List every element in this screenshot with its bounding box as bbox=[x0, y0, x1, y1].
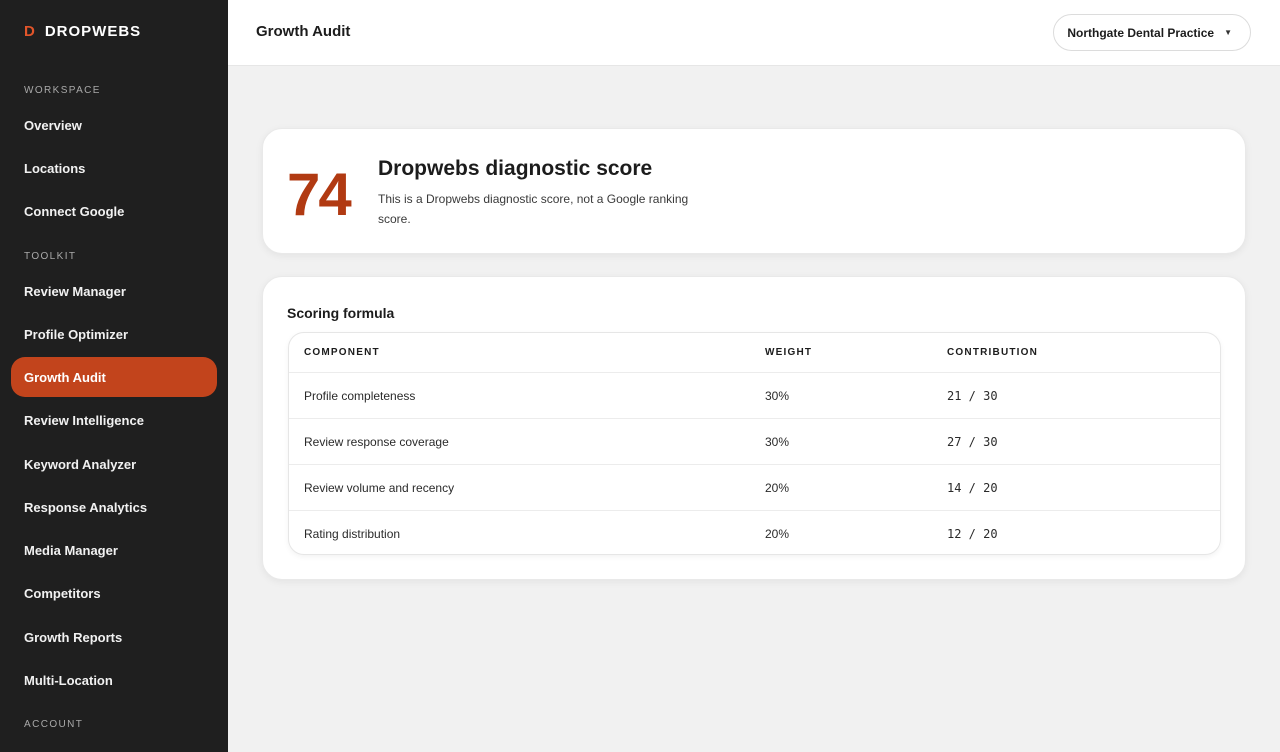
caret-down-icon: ▼ bbox=[1224, 28, 1232, 37]
weight-cell: 20% bbox=[765, 526, 790, 541]
sidebar-item-competitors[interactable]: Competitors bbox=[11, 573, 217, 613]
score-card: 74 Dropwebs diagnostic score This is a D… bbox=[262, 128, 1246, 254]
table-header-row: COMPONENT WEIGHT CONTRIBUTION bbox=[289, 333, 1220, 372]
contribution-cell: 14 / 20 bbox=[947, 480, 998, 495]
brand-name: DROPWEBS bbox=[44, 23, 142, 40]
weight-cell: 30% bbox=[765, 388, 790, 403]
section-label-workspace: WORKSPACE bbox=[24, 85, 101, 96]
column-header-contribution: CONTRIBUTION bbox=[947, 347, 1039, 358]
sidebar-item-growth-audit[interactable]: Growth Audit bbox=[11, 357, 217, 397]
location-select-value: Northgate Dental Practice bbox=[1067, 25, 1215, 40]
scoring-formula-title: Scoring formula bbox=[287, 305, 395, 321]
sidebar-item-overview[interactable]: Overview bbox=[11, 105, 217, 145]
table-row: Profile completeness 30% 21 / 30 bbox=[289, 372, 1220, 418]
sidebar-item-growth-reports[interactable]: Growth Reports bbox=[11, 617, 217, 657]
column-header-weight: WEIGHT bbox=[765, 347, 813, 358]
column-header-component: COMPONENT bbox=[304, 347, 380, 358]
score-value: 74 bbox=[287, 161, 352, 228]
sidebar-item-keyword-analyzer[interactable]: Keyword Analyzer bbox=[11, 444, 217, 484]
sidebar-item-multi-location[interactable]: Multi-Location bbox=[11, 660, 217, 700]
table-row: Review volume and recency 20% 14 / 20 bbox=[289, 464, 1220, 510]
section-label-toolkit: TOOLKIT bbox=[24, 251, 77, 262]
weight-cell: 20% bbox=[765, 480, 790, 495]
sidebar-item-media-manager[interactable]: Media Manager bbox=[11, 530, 217, 570]
contribution-cell: 27 / 30 bbox=[947, 434, 998, 449]
brand-mark-icon: D bbox=[24, 23, 35, 40]
score-title: Dropwebs diagnostic score bbox=[378, 157, 653, 180]
sidebar-item-locations[interactable]: Locations bbox=[11, 148, 217, 188]
page-title: Growth Audit bbox=[256, 23, 351, 40]
sidebar-item-connect-google[interactable]: Connect Google bbox=[11, 191, 217, 231]
score-description: This is a Dropwebs diagnostic score, not… bbox=[378, 192, 689, 226]
top-bar: Growth Audit Northgate Dental Practice ▼ bbox=[228, 0, 1280, 66]
contribution-cell: 21 / 30 bbox=[947, 388, 998, 403]
section-label-account: ACCOUNT bbox=[24, 719, 84, 730]
sidebar-item-profile-optimizer[interactable]: Profile Optimizer bbox=[11, 314, 217, 354]
location-select[interactable]: Northgate Dental Practice ▼ bbox=[1053, 14, 1251, 51]
table-row: Rating distribution 20% 12 / 20 bbox=[289, 510, 1220, 554]
sidebar: D DROPWEBS WORKSPACE Overview Locations … bbox=[0, 0, 228, 752]
weight-cell: 30% bbox=[765, 434, 790, 449]
scoring-formula-table: COMPONENT WEIGHT CONTRIBUTION Profile co… bbox=[288, 332, 1221, 555]
component-cell: Profile completeness bbox=[304, 388, 416, 403]
contribution-cell: 12 / 20 bbox=[947, 526, 998, 541]
component-cell: Review response coverage bbox=[304, 434, 449, 449]
sidebar-item-review-intelligence[interactable]: Review Intelligence bbox=[11, 400, 217, 440]
sidebar-item-response-analytics[interactable]: Response Analytics bbox=[11, 487, 217, 527]
scoring-formula-card: Scoring formula COMPONENT WEIGHT CONTRIB… bbox=[262, 276, 1246, 580]
component-cell: Rating distribution bbox=[304, 526, 401, 541]
brand-logo[interactable]: D DROPWEBS bbox=[24, 22, 141, 42]
table-row: Review response coverage 30% 27 / 30 bbox=[289, 418, 1220, 464]
component-cell: Review volume and recency bbox=[304, 480, 455, 495]
sidebar-item-review-manager[interactable]: Review Manager bbox=[11, 271, 217, 311]
